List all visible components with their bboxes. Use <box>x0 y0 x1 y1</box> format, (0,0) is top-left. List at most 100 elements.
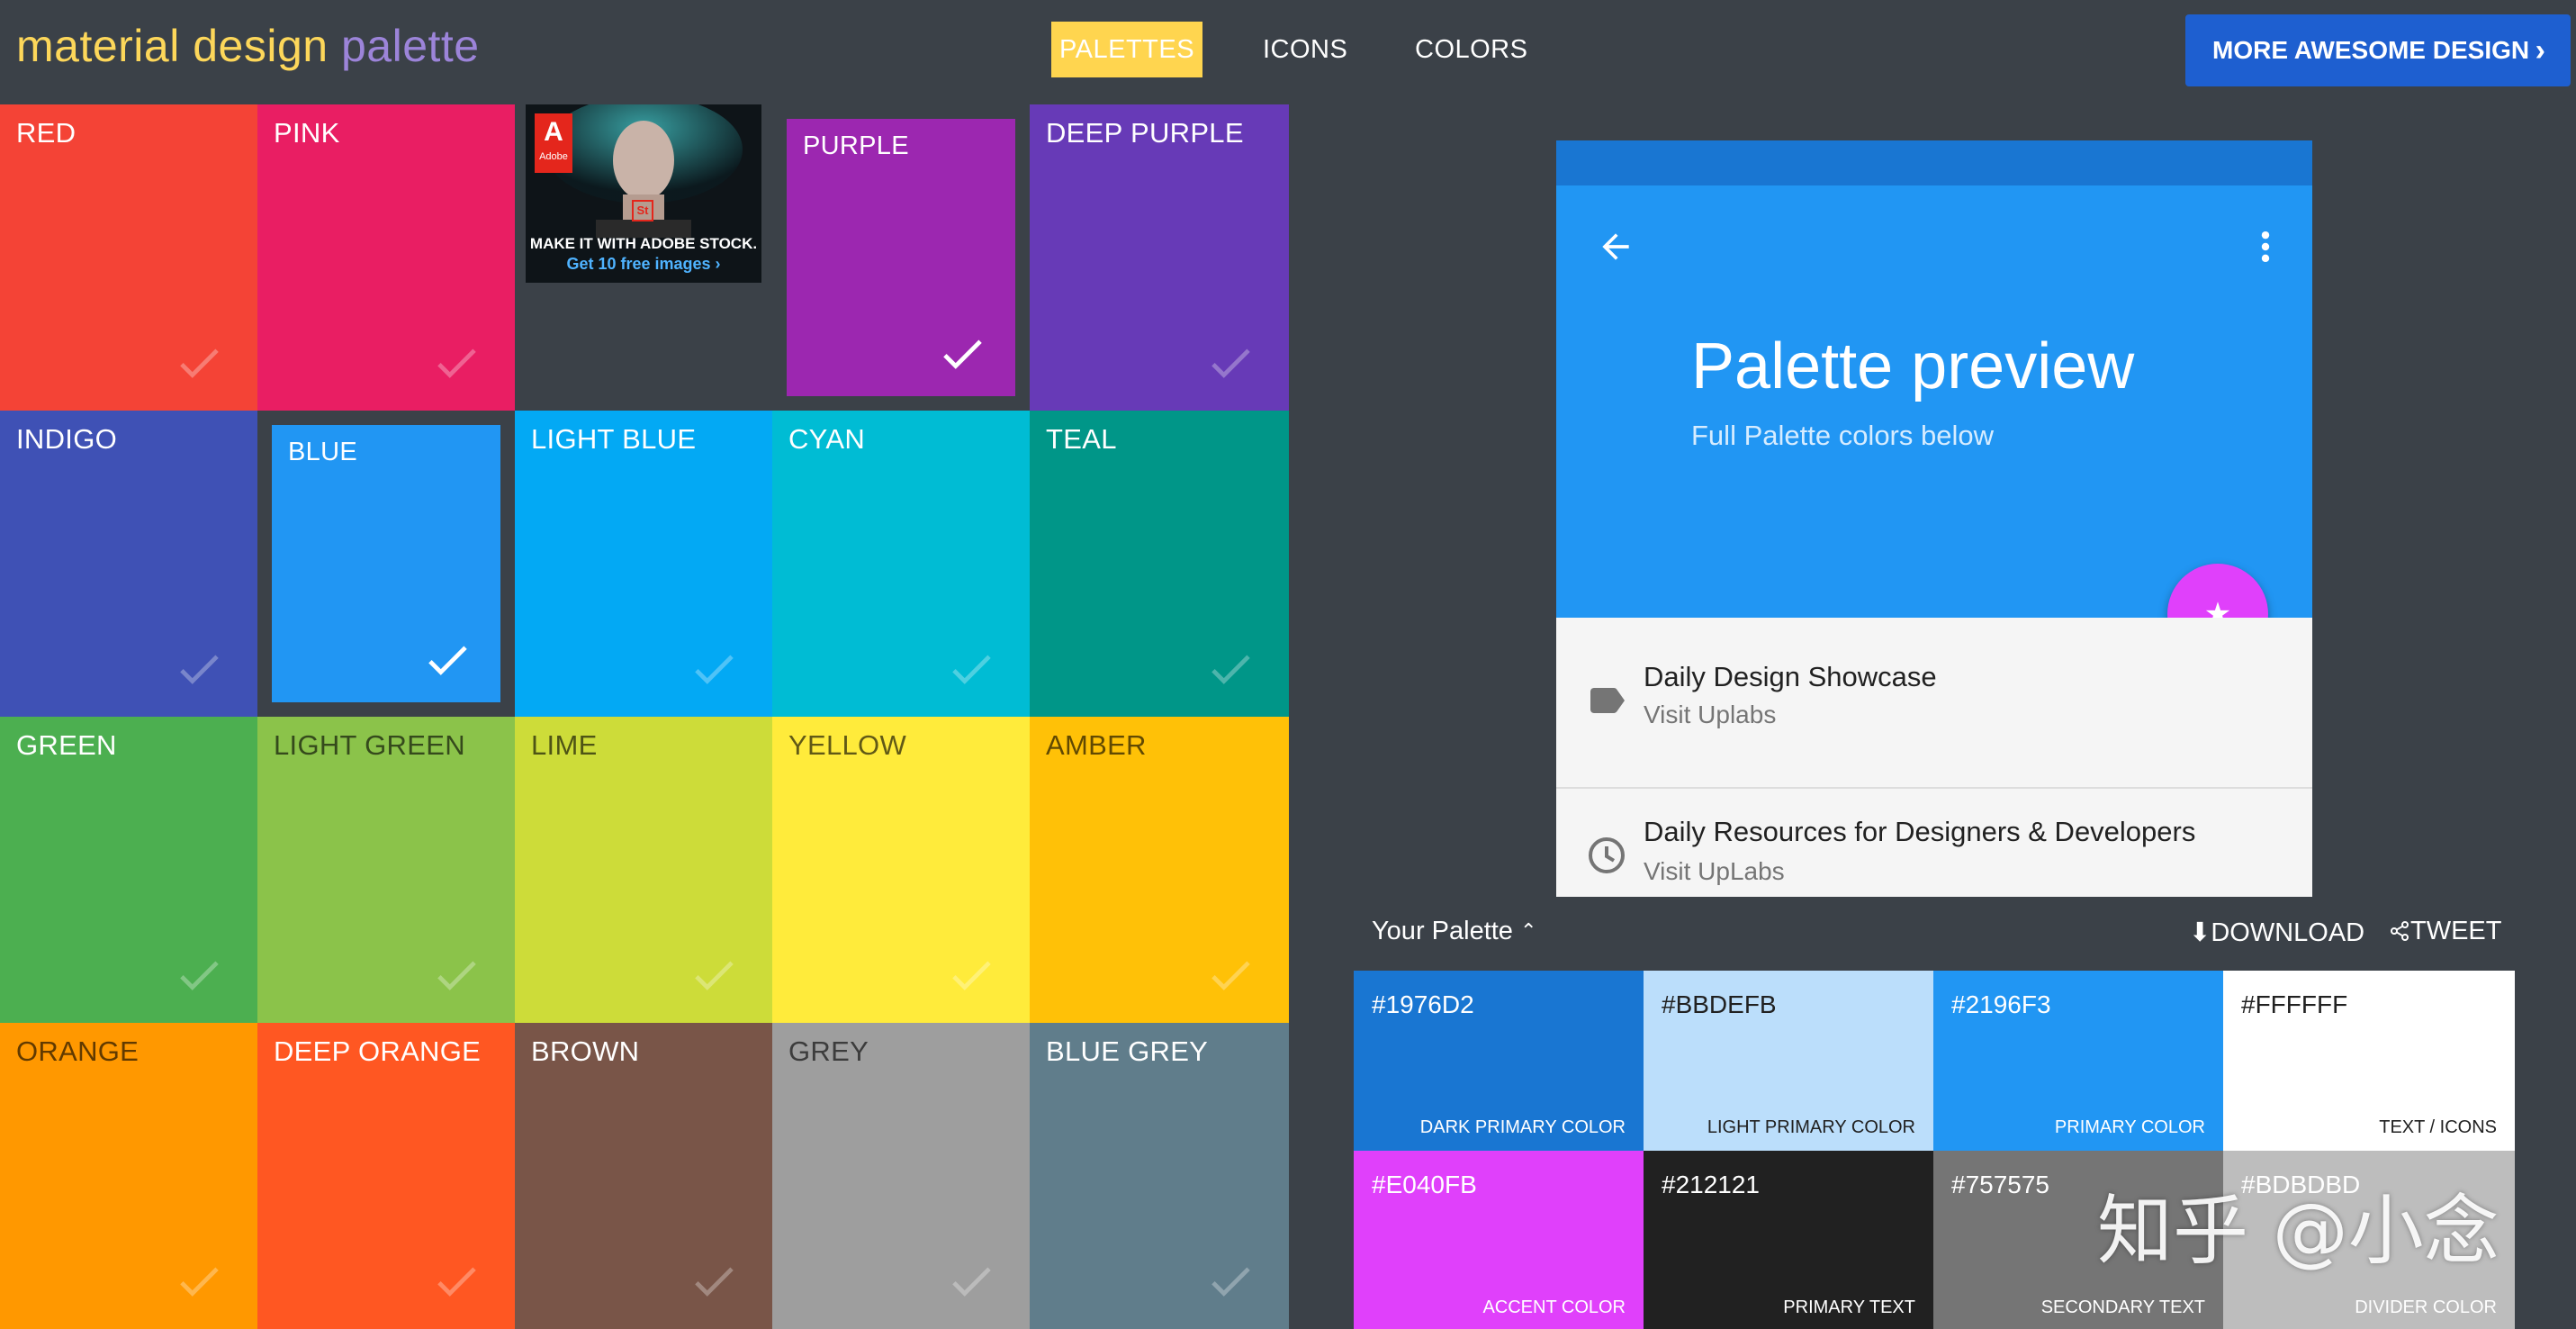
nav-palettes[interactable]: PALETTES <box>1051 22 1202 77</box>
palette-preview-phone: Palette preview Full Palette colors belo… <box>1556 140 2312 897</box>
check-icon <box>945 1255 997 1307</box>
color-tile-label: BLUE GREY <box>1046 1035 1209 1067</box>
check-icon <box>173 337 225 389</box>
swatch-role: PRIMARY COLOR <box>2054 1117 2205 1137</box>
palette-swatch[interactable]: #2196F3 PRIMARY COLOR <box>1933 971 2223 1151</box>
color-tile-label: GREEN <box>16 729 117 761</box>
color-tile-label: LIGHT BLUE <box>531 423 697 455</box>
clock-icon <box>1589 837 1625 873</box>
check-icon <box>430 337 482 389</box>
color-tile-brown[interactable]: BROWN <box>515 1023 772 1329</box>
more-awesome-design-button[interactable]: MORE AWESOME DESIGN › <box>2185 14 2571 86</box>
check-icon <box>430 1255 482 1307</box>
swatch-role: PRIMARY TEXT <box>1783 1297 1915 1317</box>
ad-headline: MAKE IT WITH ADOBE STOCK. <box>529 235 758 252</box>
panel-title-label: Your Palette <box>1372 917 1513 945</box>
list-item-subtitle: Visit Uplabs <box>1644 701 1777 728</box>
palette-swatch[interactable]: #E040FB ACCENT COLOR <box>1354 1151 1644 1329</box>
check-icon <box>421 634 473 686</box>
label-icon <box>1590 688 1625 713</box>
color-tile-blue[interactable]: BLUE <box>272 425 500 702</box>
tweet-button[interactable]: TWEET <box>2389 917 2502 946</box>
color-tile-light-green[interactable]: LIGHT GREEN <box>257 717 515 1023</box>
color-tile-purple[interactable]: PURPLE <box>787 119 1015 396</box>
download-button[interactable]: ⬇DOWNLOAD <box>2189 917 2364 948</box>
swatch-role: DIVIDER COLOR <box>2355 1297 2497 1317</box>
arrow-back-icon[interactable] <box>1596 227 1635 267</box>
check-icon <box>688 1255 740 1307</box>
check-icon <box>945 643 997 695</box>
color-tile-label: YELLOW <box>788 729 907 761</box>
color-tile-indigo[interactable]: INDIGO <box>0 411 257 717</box>
more-vert-icon[interactable] <box>2255 227 2276 267</box>
top-bar: material design palette PALETTES ICONS C… <box>0 0 2576 104</box>
cta-label: MORE AWESOME DESIGN <box>2212 36 2530 64</box>
color-tile-teal[interactable]: TEAL <box>1030 411 1289 717</box>
check-icon <box>688 949 740 1001</box>
palette-swatch[interactable]: #1976D2 DARK PRIMARY COLOR <box>1354 971 1644 1151</box>
app-bar: Palette preview Full Palette colors belo… <box>1556 185 2312 618</box>
swatch-hex: #757575 <box>1951 1171 2050 1198</box>
color-tile-label: PURPLE <box>803 131 909 160</box>
color-tile-deep-orange[interactable]: DEEP ORANGE <box>257 1023 515 1329</box>
palette-swatch[interactable]: #FFFFFF TEXT / ICONS <box>2223 971 2515 1151</box>
check-icon <box>1204 337 1256 389</box>
color-tile-amber[interactable]: AMBER <box>1030 717 1289 1023</box>
check-icon <box>173 949 225 1001</box>
list-item[interactable]: Daily Resources for Designers & Develope… <box>1556 789 2312 897</box>
color-tile-label: RED <box>16 117 77 149</box>
swatch-role: ACCENT COLOR <box>1482 1297 1626 1317</box>
color-tile-cyan[interactable]: CYAN <box>772 411 1030 717</box>
list-item-title: Daily Design Showcase <box>1644 661 1937 692</box>
color-tile-label: TEAL <box>1046 423 1117 455</box>
adobe-stock-badge: St <box>632 200 653 222</box>
palette-swatch[interactable]: #BBDEFB LIGHT PRIMARY COLOR <box>1644 971 1933 1151</box>
color-tile-deep-purple[interactable]: DEEP PURPLE <box>1030 104 1289 411</box>
color-tile-label: ORANGE <box>16 1035 140 1067</box>
color-tile-grey[interactable]: GREY <box>772 1023 1030 1329</box>
color-tile-orange[interactable]: ORANGE <box>0 1023 257 1329</box>
color-tile-green[interactable]: GREEN <box>0 717 257 1023</box>
palette-swatch[interactable]: #212121 PRIMARY TEXT <box>1644 1151 1933 1329</box>
check-icon <box>945 949 997 1001</box>
swatch-hex: #212121 <box>1662 1171 1761 1198</box>
adobe-logo: A Adobe <box>535 113 572 173</box>
color-tile-red[interactable]: RED <box>0 104 257 411</box>
swatch-hex: #1976D2 <box>1372 990 1474 1018</box>
panel-toolbar: Your Palette ⌃ ⬇DOWNLOAD TWEET <box>1354 897 2515 971</box>
color-tile-label: AMBER <box>1046 729 1147 761</box>
color-tile-label: CYAN <box>788 423 866 455</box>
watermark: 知乎 @小念 <box>2097 1187 2499 1275</box>
swatch-hex: #FFFFFF <box>2241 990 2348 1018</box>
nav-icons[interactable]: ICONS <box>1247 22 1364 77</box>
color-tile-label: LIME <box>531 729 598 761</box>
nav-colors[interactable]: COLORS <box>1399 22 1544 77</box>
adobe-stock-ad[interactable]: A Adobe St MAKE IT WITH ADOBE STOCK. Get… <box>526 104 761 283</box>
preview-title: Palette preview <box>1691 330 2135 402</box>
brand-part-2: palette <box>340 21 480 71</box>
color-tile-label: GREY <box>788 1035 869 1067</box>
color-tile-label: PINK <box>274 117 340 149</box>
color-tile-blue-grey[interactable]: BLUE GREY <box>1030 1023 1289 1329</box>
your-palette-toggle[interactable]: Your Palette ⌃ <box>1372 917 1536 946</box>
swatch-hex: #2196F3 <box>1951 990 2051 1018</box>
color-tile-yellow[interactable]: YELLOW <box>772 717 1030 1023</box>
list-item[interactable]: Daily Design Showcase Visit Uplabs <box>1556 618 2312 789</box>
swatch-hex: #BBDEFB <box>1662 990 1777 1018</box>
swatch-role: LIGHT PRIMARY COLOR <box>1707 1117 1915 1137</box>
share-icon <box>2391 921 2409 941</box>
brand-part-1: material design <box>16 21 329 71</box>
ad-link[interactable]: Get 10 free images › <box>526 255 761 274</box>
chevron-right-icon: › <box>2535 33 2545 68</box>
check-icon <box>173 643 225 695</box>
color-tile-lime[interactable]: LIME <box>515 717 772 1023</box>
color-tile-label: DEEP ORANGE <box>274 1035 482 1067</box>
check-icon <box>1204 949 1256 1001</box>
color-tile-light-blue[interactable]: LIGHT BLUE <box>515 411 772 717</box>
check-icon <box>1204 1255 1256 1307</box>
color-tile-pink[interactable]: PINK <box>257 104 515 411</box>
download-label: DOWNLOAD <box>2211 918 2365 947</box>
color-tile-label: INDIGO <box>16 423 118 455</box>
download-icon: ⬇ <box>2189 918 2211 947</box>
site-logo[interactable]: material design palette <box>16 20 480 72</box>
